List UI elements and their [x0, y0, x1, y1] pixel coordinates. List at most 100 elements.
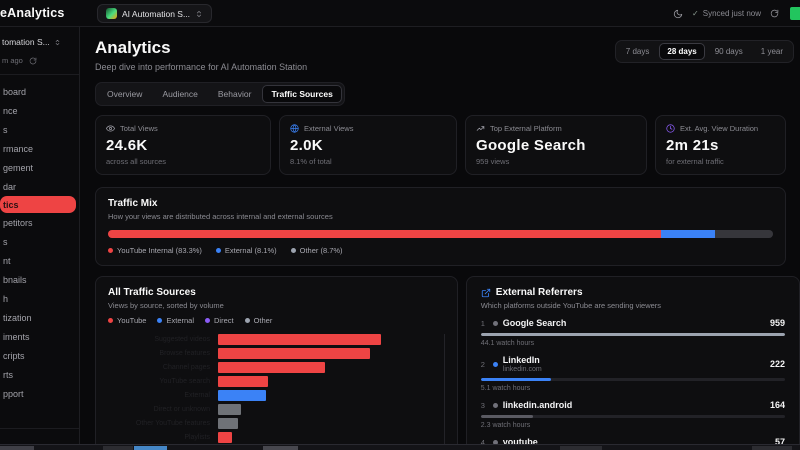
chevrons-updown-icon [54, 39, 61, 46]
referrer-row[interactable]: 1 Google Search 959 44.1 watch hours [480, 318, 785, 347]
channel-selector[interactable]: AI Automation S... [97, 4, 213, 23]
sidebar-item-bnails[interactable]: bnails [0, 270, 79, 289]
sidebar-item-board[interactable]: board [0, 82, 79, 101]
sidebar-item-s[interactable]: s [0, 120, 79, 139]
chart-row: External [108, 390, 445, 401]
chart-bar[interactable] [218, 404, 241, 415]
tab-overview[interactable]: Overview [98, 85, 151, 103]
chart-bar[interactable] [218, 418, 239, 429]
chart-bar[interactable] [218, 362, 325, 373]
chart-row-plot [218, 432, 445, 443]
referrer-name: LinkedIn [502, 355, 540, 365]
sidebar-nav: board nce s rmance gement dar tics petitors s nt b… [0, 82, 79, 403]
globe-icon [290, 124, 299, 133]
tab-audience[interactable]: Audience [153, 85, 206, 103]
chart-row-plot [218, 390, 445, 401]
chart-bar[interactable] [218, 432, 232, 443]
stat-card-label: External Views [304, 124, 354, 133]
chart-row-label: Other YouTube features [135, 419, 210, 427]
time-range-90-days[interactable]: 90 days [707, 43, 751, 60]
chart-row: Channel pages [108, 362, 445, 373]
sidebar-item-s[interactable]: s [0, 232, 79, 251]
stat-card-header: Top External Platform [476, 124, 636, 133]
referrer-name: linkedin.android [502, 400, 573, 410]
traffic-sources-title: All Traffic Sources [108, 287, 196, 298]
chart-bar[interactable] [218, 390, 266, 401]
taskbar-item[interactable] [263, 446, 298, 450]
referrer-row[interactable]: 2 LinkedIn linkedin.com 222 5.1 watch hours [480, 355, 785, 392]
referrer-bar-fill [480, 415, 533, 418]
sidebar-item-nce[interactable]: nce [0, 101, 79, 120]
chart-bar[interactable] [218, 334, 382, 345]
sidebar-item-pport[interactable]: pport [0, 384, 79, 403]
time-range-7-days[interactable]: 7 days [618, 43, 658, 60]
stat-card-header: External Views [290, 124, 446, 133]
time-range-group: 7 days 28 days 90 days 1 year [614, 40, 794, 63]
referrer-row-top: 2 LinkedIn linkedin.com 222 [481, 355, 785, 373]
chart-bar[interactable] [218, 348, 370, 359]
chart-row-plot [218, 404, 445, 415]
chart-bar[interactable] [218, 376, 268, 387]
chart-row-label: Suggested videos [154, 335, 210, 343]
check-icon: ✓ [692, 9, 699, 18]
external-link-icon [481, 288, 491, 298]
taskbar-item[interactable] [0, 446, 34, 450]
clock-icon [666, 124, 675, 133]
external-referrers-panel: External Referrers Which platforms outsi… [465, 276, 800, 450]
taskbar-item[interactable] [560, 446, 602, 450]
chart-row: Playlists [108, 432, 445, 443]
time-range-1-year[interactable]: 1 year [753, 43, 791, 60]
referrer-value: 164 [769, 400, 785, 410]
sidebar-item-cripts[interactable]: cripts [0, 346, 79, 365]
legend-item: YouTube [108, 316, 146, 325]
legend-item: Direct [205, 316, 234, 325]
referrer-row-top: 3 linkedin.android 164 [481, 400, 785, 410]
legend-dot [205, 318, 210, 323]
traffic-sources-legend: YouTube External Direct Other [108, 316, 445, 325]
referrer-value: 222 [769, 359, 785, 369]
referrer-name-col: linkedin.android [503, 400, 573, 410]
refresh-icon[interactable] [770, 9, 779, 18]
moon-icon[interactable] [673, 9, 683, 19]
sidebar-item-nt[interactable]: nt [0, 251, 79, 270]
taskbar-item[interactable] [134, 446, 167, 450]
sidebar-channel-selector[interactable]: tomation S... [0, 27, 79, 47]
taskbar-item[interactable] [752, 446, 792, 450]
legend-item: External (8.1%) [215, 246, 277, 255]
sidebar-item-dar[interactable]: dar [0, 177, 79, 196]
chart-row-plot [218, 348, 445, 359]
stat-card-value: Google Search [476, 137, 586, 154]
stat-card-label: Top External Platform [490, 124, 562, 133]
sidebar-item-rts[interactable]: rts [0, 365, 79, 384]
sidebar-item-h[interactable]: h [0, 289, 79, 308]
chart-row: Other YouTube features [108, 418, 445, 429]
sidebar-item-iments[interactable]: iments [0, 327, 79, 346]
time-range-28-days[interactable]: 28 days [659, 43, 705, 60]
taskbar-item[interactable] [103, 446, 133, 450]
sidebar-item-petitors[interactable]: petitors [0, 213, 79, 232]
tab-traffic-sources[interactable]: Traffic Sources [262, 85, 342, 103]
chart-row: YouTube search [108, 376, 445, 387]
referrer-bar-track [480, 415, 785, 418]
mix-segment-youtube-internal [108, 230, 662, 238]
stat-card-subtext: 959 views [476, 157, 510, 166]
sidebar-item-tization[interactable]: tization [0, 308, 79, 327]
main-content: Analytics Deep dive into performance for… [81, 27, 800, 450]
referrer-value: 959 [769, 318, 785, 328]
mix-segment-other [715, 230, 773, 238]
external-referrers-title: External Referrers [495, 287, 583, 298]
stat-card-label: Ext. Avg. View Duration [680, 124, 759, 133]
tab-behavior[interactable]: Behavior [209, 85, 261, 103]
os-taskbar[interactable] [0, 444, 800, 450]
referrer-row[interactable]: 3 linkedin.android 164 2.3 watch hours [480, 400, 785, 429]
stat-card: Ext. Avg. View Duration 2m 21s for externa… [655, 115, 786, 175]
top-header: eAnalytics AI Automation S... ✓ Synced j… [0, 0, 800, 27]
traffic-mix-stacked-bar [108, 230, 773, 238]
sidebar-item-tics[interactable]: tics [0, 196, 76, 213]
refresh-icon[interactable] [29, 57, 37, 65]
user-avatar[interactable] [790, 7, 800, 20]
app-window: eAnalytics AI Automation S... ✓ Synced j… [0, 0, 800, 450]
sidebar-item-rmance[interactable]: rmance [0, 139, 79, 158]
sidebar-item-gement[interactable]: gement [0, 158, 79, 177]
referrer-watch-hours: 5.1 watch hours [480, 385, 531, 392]
